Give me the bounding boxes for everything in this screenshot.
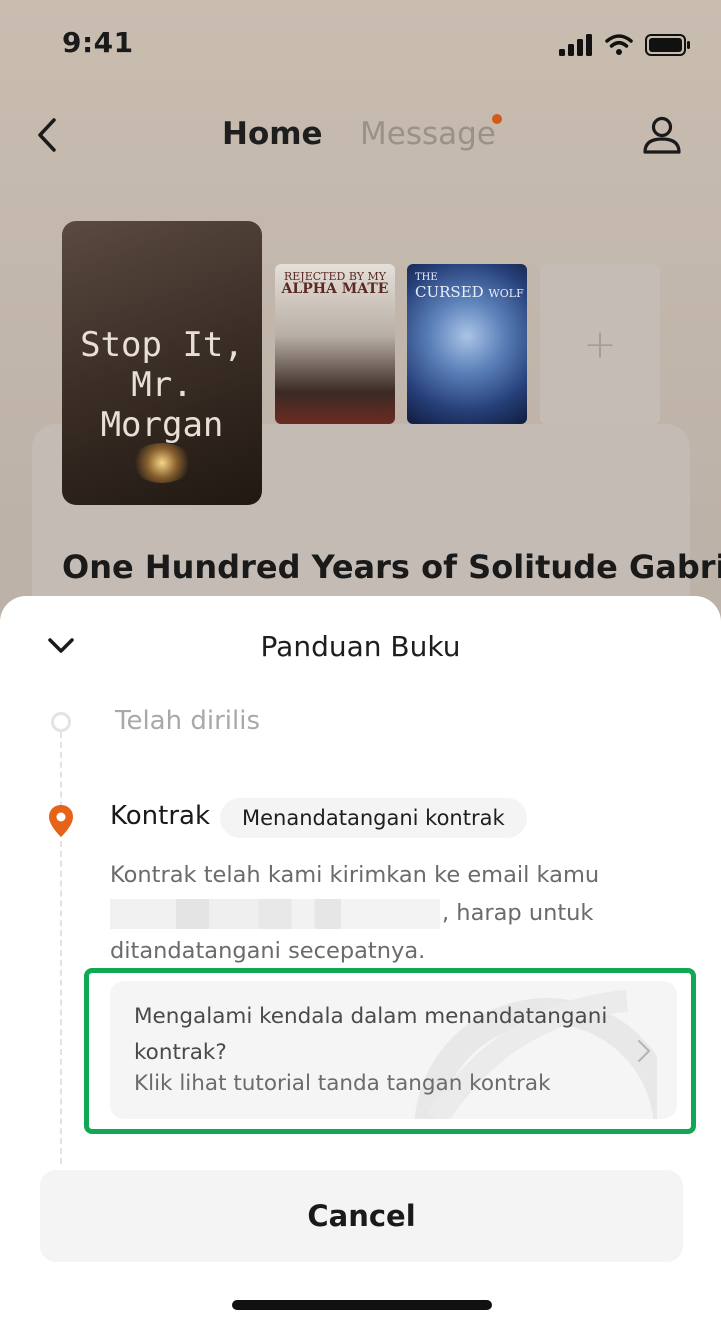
chevron-right-icon (638, 1040, 650, 1062)
back-icon[interactable] (34, 114, 64, 156)
home-indicator[interactable] (232, 1300, 492, 1310)
tab-home[interactable]: Home (222, 116, 323, 152)
cover-glow (132, 443, 192, 483)
book-cover-title-line: CURSED (415, 283, 484, 301)
contract-description: Kontrak telah kami kirimkan ke email kam… (110, 856, 610, 970)
book-cover-2[interactable]: REJECTED BY MY ALPHA MATE (275, 264, 395, 424)
timeline-line (60, 732, 62, 1164)
status-bar: 9:41 (0, 0, 721, 90)
book-guide-sheet: Panduan Buku Telah dirilis Kontrak Menan… (0, 596, 721, 1327)
tutorial-link[interactable]: Klik lihat tutorial tanda tangan kontrak (134, 1071, 551, 1096)
signal-icon (559, 34, 592, 56)
cancel-button[interactable]: Cancel (40, 1170, 683, 1262)
contract-tutorial-card[interactable]: Mengalami kendala dalam menandatangani k… (110, 981, 677, 1119)
status-time: 9:41 (62, 26, 134, 59)
book-cover-title: THE CURSED WOLF (415, 268, 524, 301)
book-cover-main[interactable]: Stop It, Mr. Morgan (62, 221, 262, 505)
redacted-email (110, 898, 440, 929)
book-cover-title-line: WOLF (488, 287, 524, 300)
nav-bar: Home Message (0, 100, 721, 170)
book-cover-title-line: THE (415, 272, 438, 283)
description-line: , harap untuk (110, 894, 610, 932)
book-cover-title: Stop It, Mr. Morgan (80, 325, 244, 445)
help-question: Mengalami kendala dalam menandatangani k… (134, 1004, 608, 1065)
status-icons (559, 34, 691, 56)
book-cover-3[interactable]: THE CURSED WOLF (407, 264, 527, 424)
tab-message[interactable]: Message (360, 116, 496, 152)
plus-icon: + (583, 322, 617, 368)
current-book-title: One Hundred Years of Solitude Gabri (62, 548, 721, 586)
add-book-slot[interactable]: + (540, 264, 660, 424)
status-badge: Menandatangani kontrak (220, 798, 527, 838)
book-cover-title: REJECTED BY MY ALPHA MATE (275, 270, 395, 296)
timeline-dot-inactive (51, 712, 71, 732)
description-suffix: , harap untuk (442, 900, 594, 926)
description-line: ditandatangani secepatnya. (110, 938, 426, 964)
sheet-title: Panduan Buku (260, 630, 461, 663)
wifi-icon (605, 34, 633, 55)
step-contract-label: Kontrak (110, 801, 211, 831)
book-cover-main-title: ALPHA MATE (281, 281, 389, 297)
unread-badge (492, 114, 502, 124)
profile-icon[interactable] (641, 114, 683, 156)
location-pin-icon (49, 805, 73, 837)
description-line: Kontrak telah kami kirimkan ke email kam… (110, 862, 600, 888)
battery-icon (645, 34, 690, 56)
step-released-label: Telah dirilis (115, 706, 260, 736)
